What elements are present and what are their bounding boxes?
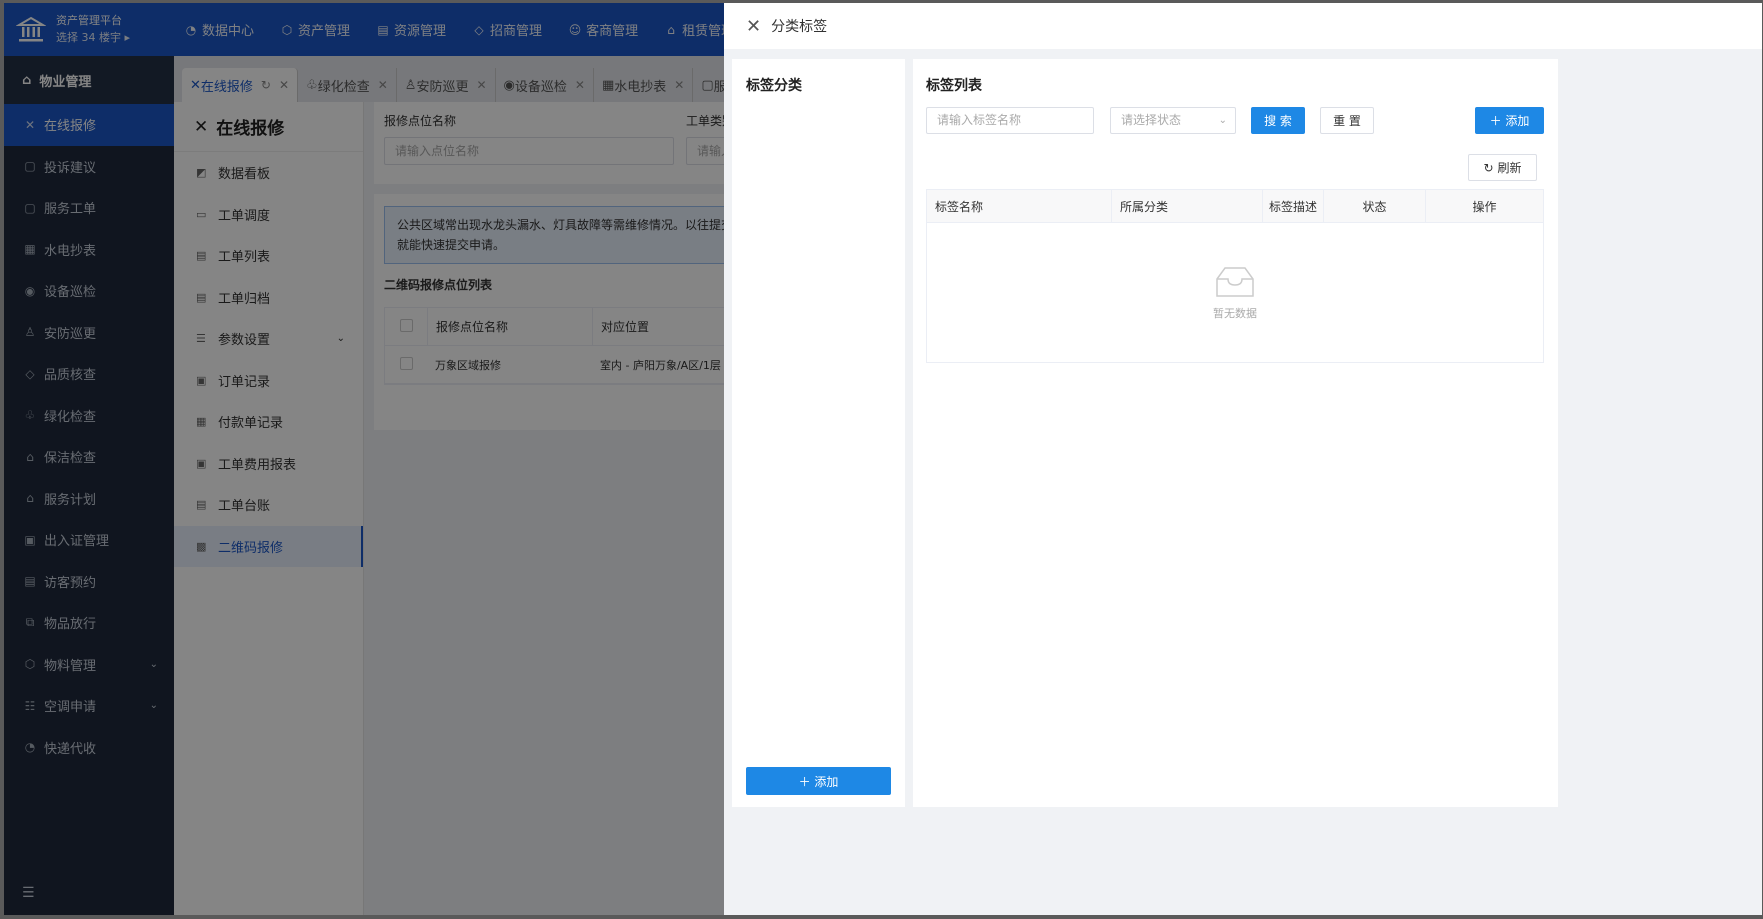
- drawer-title: 分类标签: [771, 19, 828, 35]
- drawer-header: ✕ 分类标签: [724, 3, 1762, 49]
- search-button[interactable]: 搜 索: [1251, 107, 1305, 134]
- refresh-icon: ↻: [1483, 160, 1494, 175]
- add-category-button[interactable]: ＋ 添加: [746, 767, 891, 795]
- tag-list-title: 标签列表: [926, 78, 982, 94]
- reset-button[interactable]: 重 置: [1320, 107, 1374, 134]
- app-window: 资产管理平台 选择 34 楼宇 ▸ ◔ 数据中心 ⬡ 资产管理 ▤ 资源管理 ◇ 招商管…: [4, 3, 1762, 915]
- col-actions: 操作: [1472, 199, 1497, 214]
- refresh-button[interactable]: ↻ 刷新: [1468, 154, 1537, 181]
- col-category: 所属分类: [1112, 189, 1263, 223]
- col-status: 状态: [1324, 189, 1426, 223]
- add-tag-button[interactable]: ＋ 添加: [1475, 107, 1544, 134]
- tag-list-panel: 标签列表 请输入标签名称 请选择状态 ⌄ 搜 索 重 置 ＋ 添加 ↻ 刷新 标签名…: [913, 59, 1558, 807]
- chevron-down-icon: ⌄: [1218, 115, 1227, 126]
- empty-text: 暂无数据: [1213, 307, 1257, 320]
- col-description: 标签描述: [1263, 189, 1324, 223]
- category-tag-drawer: ✕ 分类标签 标签分类 ＋ 添加 标签列表 请输入标签名称 请选择状态 ⌄ 搜 索…: [724, 3, 1762, 915]
- col-tag-name: 标签名称: [927, 189, 1112, 223]
- tag-table: 标签名称 所属分类 标签描述 状态 操作 暂无数据: [926, 189, 1544, 363]
- empty-inbox-icon: [1216, 267, 1254, 297]
- tag-category-title: 标签分类: [746, 78, 802, 94]
- status-select[interactable]: 请选择状态 ⌄: [1110, 107, 1236, 134]
- close-icon[interactable]: ✕: [746, 16, 761, 37]
- table-header: 标签名称 所属分类 标签描述 状态 操作: [927, 189, 1543, 223]
- tag-name-search-input[interactable]: 请输入标签名称: [926, 107, 1094, 134]
- empty-state: 暂无数据: [927, 223, 1543, 363]
- tag-category-panel: 标签分类 ＋ 添加: [732, 59, 905, 807]
